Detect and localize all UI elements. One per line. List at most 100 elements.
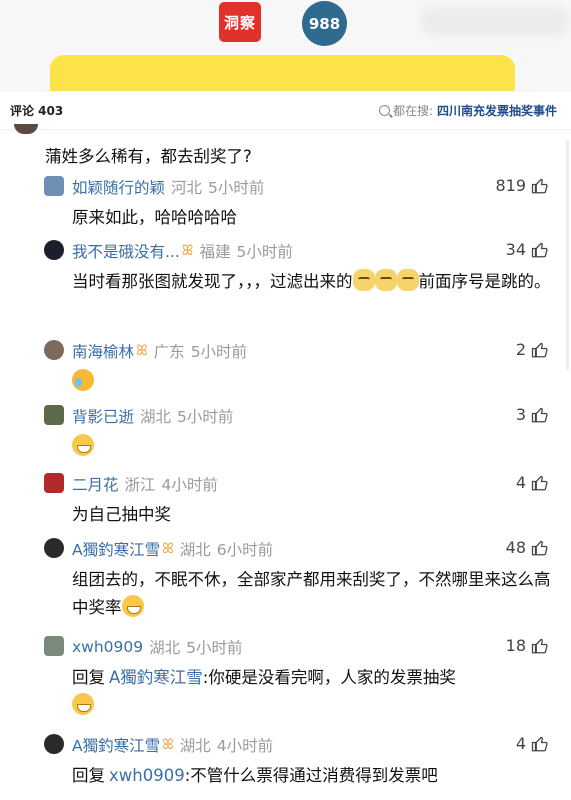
- timestamp: 6小时前: [216, 541, 274, 559]
- thumbs-up-icon: [531, 475, 548, 490]
- location: 河北: [171, 179, 203, 197]
- reply-text-part: :你硬是没看完啊，人家的发票抽奖: [202, 668, 456, 687]
- trending-search[interactable]: 都在搜: 四川南充发票抽奖事件: [378, 102, 557, 119]
- blurred-controls: [420, 6, 570, 36]
- app-logo-circle[interactable]: 988: [302, 1, 347, 46]
- like-button[interactable]: 4: [516, 473, 549, 492]
- scrollbar[interactable]: [566, 140, 569, 370]
- like-count: 819: [495, 176, 526, 195]
- reply-text-part: 当时看那张图就发现了，，，过滤出来的: [72, 272, 353, 291]
- user-name[interactable]: 二月花: [72, 473, 119, 495]
- like-button[interactable]: 34: [506, 240, 549, 259]
- user-badge: ꕤ: [162, 737, 174, 753]
- crying-laughing-emoji-icon: [72, 369, 94, 391]
- search-prefix: 都在搜:: [392, 104, 433, 118]
- user-name[interactable]: A獨釣寒江雪: [72, 538, 160, 560]
- like-count: 2: [515, 340, 526, 359]
- like-count: 3: [515, 405, 526, 424]
- like-count: 18: [505, 636, 526, 655]
- timestamp: 5小时前: [186, 639, 243, 657]
- timestamp: 5小时前: [208, 179, 265, 197]
- mention-link[interactable]: A獨釣寒江雪: [109, 668, 203, 687]
- user-name[interactable]: 南海榆林: [72, 340, 134, 362]
- user-name[interactable]: xwh0909: [72, 638, 143, 656]
- bottom-fade: [0, 786, 571, 800]
- thumbs-up-icon: [531, 242, 548, 257]
- location: 湖北: [179, 541, 211, 559]
- like-button[interactable]: 819: [495, 176, 549, 195]
- like-button[interactable]: 2: [516, 340, 549, 359]
- like-button[interactable]: 4: [516, 734, 549, 753]
- reply-item: xwh0909 湖北 5小时前 18 回复 A獨釣寒江雪:你硬是没看完啊，人家的发…: [44, 636, 557, 726]
- thumbs-up-icon: [531, 342, 548, 357]
- user-name[interactable]: 我不是硪没有...: [72, 240, 180, 262]
- mention-link[interactable]: xwh0909: [109, 766, 185, 785]
- reply-text: 为自己抽中奖: [72, 505, 171, 524]
- reply-text-part: 前面序号是跳的。: [418, 272, 551, 291]
- user-badge: ꕤ: [181, 243, 194, 259]
- location: 湖北: [149, 639, 181, 657]
- app-logo-red[interactable]: 洞察: [219, 2, 261, 42]
- reply-item: 二月花 浙江 4小时前 4 为自己抽中奖: [44, 473, 557, 529]
- user-badge: ꕤ: [136, 343, 148, 359]
- cat-emoji-icon: [396, 269, 419, 291]
- avatar[interactable]: [44, 734, 64, 754]
- timestamp: 5小时前: [190, 343, 248, 361]
- location: 湖北: [140, 408, 172, 426]
- comment-count: 评论 403: [10, 104, 64, 118]
- reply-text: 当时看那张图就发现了，，，过滤出来的 前面序号是跳的。: [72, 268, 552, 296]
- like-count: 4: [515, 734, 526, 753]
- location: 福建: [199, 243, 231, 261]
- cat-emoji-icon: [374, 269, 397, 291]
- user-badge: ꕤ: [162, 541, 174, 557]
- yellow-banner[interactable]: [50, 55, 515, 91]
- search-icon: [378, 105, 390, 116]
- avatar[interactable]: [44, 340, 64, 360]
- thumbs-up-icon: [531, 638, 548, 653]
- reply-prefix: 回复: [72, 766, 105, 785]
- comment-text: 蒲姓多么稀有，都去刮奖了?: [45, 147, 252, 166]
- comments-header: 评论 403 都在搜: 四川南充发票抽奖事件: [0, 92, 571, 130]
- reply-text: 组团去的，不眠不休，全部家产都用来刮奖了，不然哪里来这么高中奖率: [72, 566, 552, 622]
- grinning-emoji-icon: [121, 595, 144, 617]
- avatar[interactable]: [44, 176, 64, 196]
- reply-item: A獨釣寒江雪 ꕤ 湖北 6小时前 48 组团去的，不眠不休，全部家产都用来刮奖了…: [44, 538, 557, 633]
- grinning-emoji-icon: [72, 434, 94, 456]
- user-name[interactable]: 背影已逝: [72, 405, 134, 427]
- avatar[interactable]: [44, 636, 64, 656]
- reply-item: 南海榆林 ꕤ 广东 5小时前 2: [44, 340, 557, 396]
- timestamp: 4小时前: [216, 737, 274, 755]
- thumbs-up-icon: [531, 178, 548, 193]
- cat-emoji-icon: [352, 269, 375, 291]
- grinning-emoji-icon: [72, 693, 94, 715]
- like-count: 48: [505, 538, 526, 557]
- like-button[interactable]: 48: [506, 538, 549, 557]
- thumbs-up-icon: [531, 540, 548, 555]
- reply-text: 原来如此，哈哈哈哈哈: [72, 208, 237, 227]
- avatar[interactable]: [44, 538, 64, 558]
- reply-text-part: :不管什么票得通过消费得到发票吧: [184, 766, 438, 785]
- top-banner: 洞察 988: [0, 0, 571, 92]
- like-count: 34: [505, 240, 526, 259]
- reply-item: 背影已逝 湖北 5小时前 3: [44, 405, 557, 461]
- reply-text: 回复 A獨釣寒江雪:你硬是没看完啊，人家的发票抽奖: [72, 664, 552, 720]
- like-button[interactable]: 18: [506, 636, 549, 655]
- like-button[interactable]: 3: [516, 405, 549, 424]
- location: 广东: [153, 343, 185, 361]
- like-count: 4: [515, 473, 526, 492]
- thumbs-up-icon: [531, 407, 548, 422]
- avatar[interactable]: [44, 240, 64, 260]
- user-name[interactable]: A獨釣寒江雪: [72, 734, 160, 756]
- user-name[interactable]: 如颖随行的颖: [72, 176, 165, 198]
- location: 湖北: [179, 737, 211, 755]
- timestamp: 5小时前: [177, 408, 234, 426]
- reply-item: 我不是硪没有... ꕤ 福建 5小时前 34 当时看那张图就发现了，，，过滤出来…: [44, 240, 557, 335]
- location: 浙江: [124, 476, 156, 494]
- reply-text: [72, 433, 552, 461]
- avatar[interactable]: [14, 124, 38, 134]
- avatar[interactable]: [44, 473, 64, 493]
- reply-item: A獨釣寒江雪 ꕤ 湖北 4小时前 4 回复 xwh0909:不管什么票得通过消费得…: [44, 734, 557, 794]
- avatar[interactable]: [44, 405, 64, 425]
- reply-text: [72, 368, 552, 396]
- search-term[interactable]: 四川南充发票抽奖事件: [437, 102, 557, 119]
